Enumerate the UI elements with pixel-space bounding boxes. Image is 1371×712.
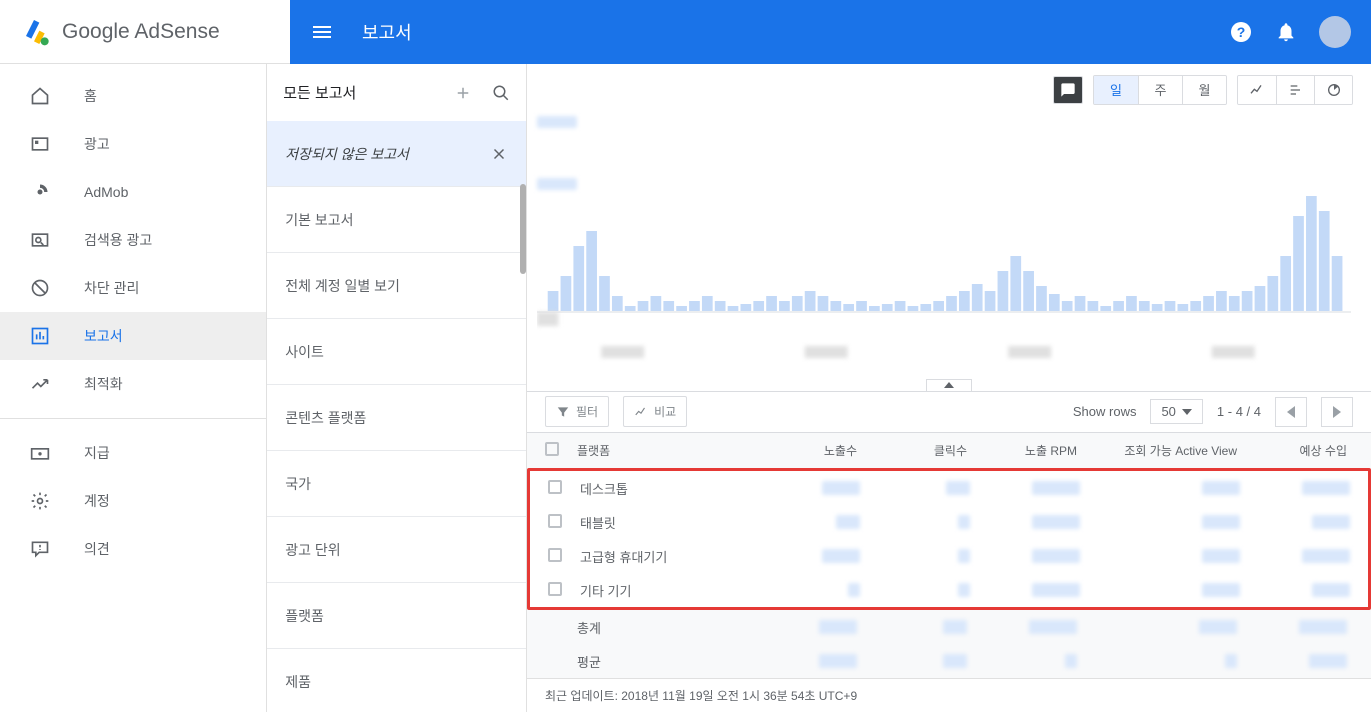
report-unsaved-label: 저장되지 않은 보고서: [285, 144, 409, 164]
help-icon[interactable]: ?: [1229, 20, 1253, 44]
table-total-row: 총계: [527, 610, 1371, 644]
chart-bar-button[interactable]: [1276, 76, 1314, 104]
nav-reports[interactable]: 보고서: [0, 312, 266, 360]
nav-blocking[interactable]: 차단 관리: [0, 264, 266, 312]
header-platform[interactable]: 플랫폼: [577, 442, 747, 459]
report-platform[interactable]: 플랫폼: [267, 583, 526, 649]
row-checkbox[interactable]: [548, 514, 562, 528]
add-report-icon[interactable]: [454, 84, 472, 102]
row-checkbox[interactable]: [548, 582, 562, 596]
report-default[interactable]: 기본 보고서: [267, 187, 526, 253]
table-average-row: 평균: [527, 644, 1371, 678]
dropdown-icon: [1182, 409, 1192, 415]
timeframe-day[interactable]: 일: [1094, 76, 1138, 104]
report-daily[interactable]: 전체 계정 일별 보기: [267, 253, 526, 319]
reports-list-panel: 모든 보고서 저장되지 않은 보고서 기본 보고서 전체 계정 일별 보기 사이…: [267, 64, 527, 712]
user-avatar[interactable]: [1319, 16, 1351, 48]
nav-search-ads[interactable]: 검색용 광고: [0, 216, 266, 264]
admob-icon: [28, 180, 52, 204]
feedback-icon: [28, 537, 52, 561]
chart-type-group: [1237, 75, 1353, 105]
row-checkbox[interactable]: [548, 548, 562, 562]
close-icon[interactable]: [490, 145, 508, 163]
left-navigation: 홈 광고 AdMob 검색용 광고 차단 관리 보고서 최적화 지급 계정 의견: [0, 64, 267, 712]
filter-button[interactable]: 필터: [545, 396, 609, 427]
main-content: 일 주 월: [527, 64, 1371, 712]
cell-platform: 고급형 휴대기기: [580, 547, 750, 566]
timeframe-group: 일 주 월: [1093, 75, 1227, 105]
app-bar: 보고서 ?: [290, 0, 1371, 64]
report-sites[interactable]: 사이트: [267, 319, 526, 385]
reports-icon: [28, 324, 52, 348]
brand-area: Google AdSense: [0, 0, 290, 64]
header-impressions[interactable]: 노출수: [747, 442, 857, 459]
report-content-platform[interactable]: 콘텐츠 플랫폼: [267, 385, 526, 451]
next-page-button[interactable]: [1321, 397, 1353, 427]
row-checkbox[interactable]: [548, 480, 562, 494]
timeframe-month[interactable]: 월: [1182, 76, 1226, 104]
compare-icon: [634, 405, 648, 419]
brand-text: Google AdSense: [62, 20, 220, 44]
rows-select[interactable]: 50: [1150, 399, 1202, 424]
nav-feedback[interactable]: 의견: [0, 525, 266, 573]
cell-platform: 데스크톱: [580, 479, 750, 498]
header-revenue[interactable]: 예상 수입: [1237, 442, 1347, 459]
chart-line-button[interactable]: [1238, 76, 1276, 104]
report-country[interactable]: 국가: [267, 451, 526, 517]
compare-button[interactable]: 비교: [623, 396, 687, 427]
prev-page-button[interactable]: [1275, 397, 1307, 427]
svg-text:?: ?: [1237, 24, 1246, 40]
page-info: 1 - 4 / 4: [1217, 404, 1261, 419]
adsense-logo-icon: [22, 16, 54, 48]
notifications-icon[interactable]: [1275, 21, 1297, 43]
chart-area: [527, 106, 1371, 379]
header-active-view[interactable]: 조회 가능 Active View: [1077, 442, 1237, 459]
trending-icon: [28, 372, 52, 396]
nav-account[interactable]: 계정: [0, 477, 266, 525]
cell-average-label: 평균: [577, 652, 747, 671]
block-icon: [28, 276, 52, 300]
notes-button[interactable]: [1053, 76, 1083, 104]
page-title: 보고서: [362, 19, 1229, 45]
show-rows-label: Show rows: [1073, 404, 1137, 419]
last-updated: 최근 업데이트: 2018년 11월 19일 오전 1시 36분 54초 UTC…: [527, 678, 1371, 712]
chart-toolbar: 일 주 월: [527, 64, 1371, 106]
cell-total-label: 총계: [577, 618, 747, 637]
nav-ads[interactable]: 광고: [0, 120, 266, 168]
settings-icon: [28, 489, 52, 513]
cell-platform: 태블릿: [580, 513, 750, 532]
nav-admob[interactable]: AdMob: [0, 168, 266, 216]
report-product[interactable]: 제품: [267, 649, 526, 712]
nav-payments[interactable]: 지급: [0, 429, 266, 477]
table-header-row: 플랫폼 노출수 클릭수 노출 RPM 조회 가능 Active View 예상 …: [527, 432, 1371, 468]
report-unsaved[interactable]: 저장되지 않은 보고서: [267, 121, 526, 187]
table-row: 태블릿: [530, 505, 1368, 539]
filter-icon: [556, 405, 570, 419]
chart-canvas: [537, 116, 1351, 376]
data-table: 플랫폼 노출수 클릭수 노출 RPM 조회 가능 Active View 예상 …: [527, 432, 1371, 678]
cell-platform: 기타 기기: [580, 581, 750, 600]
search-ads-icon: [28, 228, 52, 252]
table-row: 데스크톱: [530, 471, 1368, 505]
header-rpm[interactable]: 노출 RPM: [967, 442, 1077, 459]
header-clicks[interactable]: 클릭수: [857, 442, 967, 459]
table-row: 기타 기기: [530, 573, 1368, 607]
chart-pie-button[interactable]: [1314, 76, 1352, 104]
select-all-checkbox[interactable]: [545, 442, 559, 456]
ads-icon: [28, 132, 52, 156]
home-icon: [28, 84, 52, 108]
nav-home[interactable]: 홈: [0, 72, 266, 120]
menu-icon[interactable]: [310, 20, 334, 44]
search-icon[interactable]: [492, 84, 510, 102]
report-ad-unit[interactable]: 광고 단위: [267, 517, 526, 583]
chart-y-labels: [537, 116, 587, 190]
timeframe-week[interactable]: 주: [1138, 76, 1182, 104]
table-toolbar: 필터 비교 Show rows 50 1 - 4 / 4: [527, 391, 1371, 432]
nav-optimize[interactable]: 최적화: [0, 360, 266, 408]
payments-icon: [28, 441, 52, 465]
scrollbar-thumb[interactable]: [520, 184, 526, 274]
reports-panel-title: 모든 보고서: [283, 82, 356, 103]
table-row: 고급형 휴대기기: [530, 539, 1368, 573]
collapse-chart-handle[interactable]: [926, 379, 972, 390]
